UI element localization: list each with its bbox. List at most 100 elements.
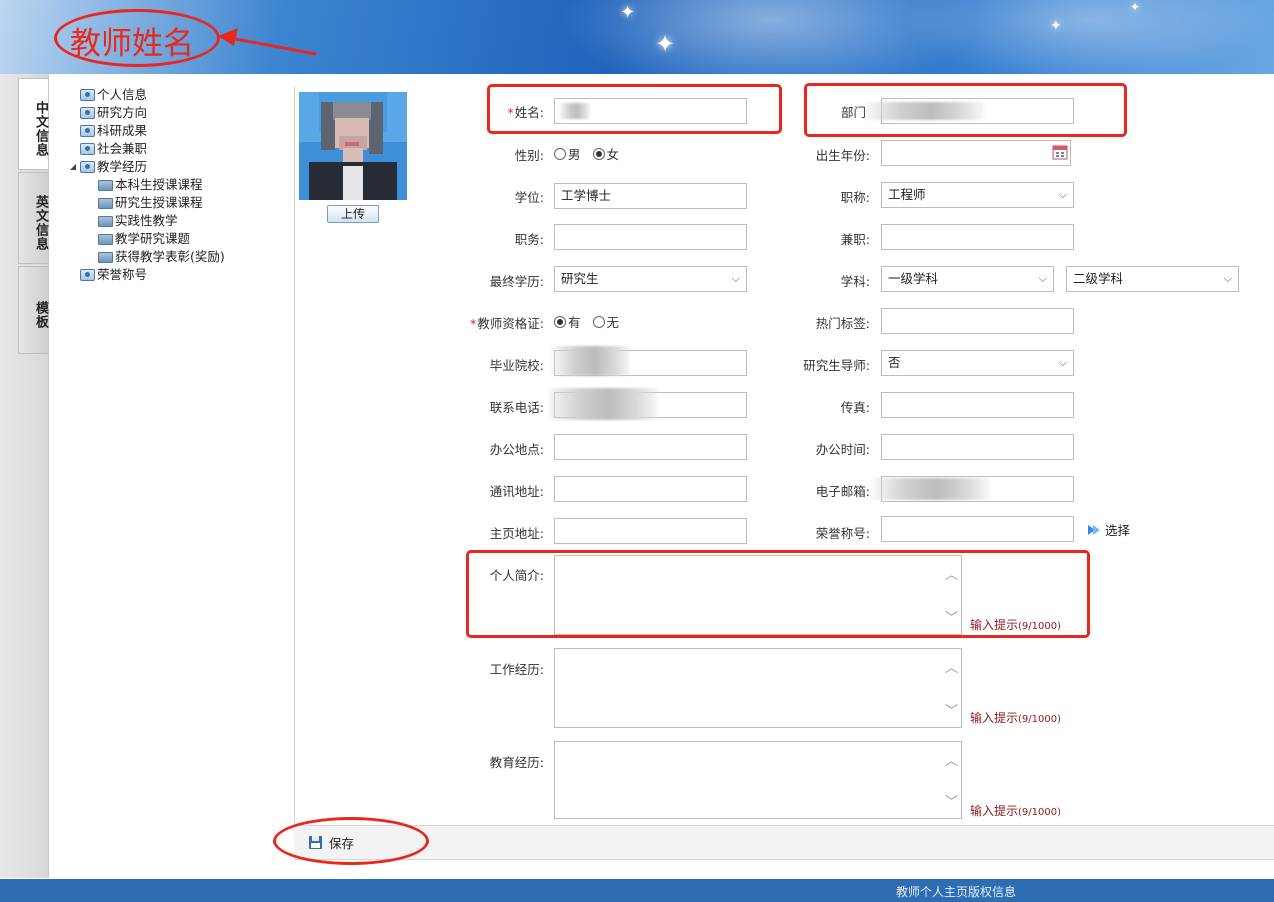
radio-male[interactable]	[554, 147, 566, 160]
cert-yes-option[interactable]: 有	[554, 312, 581, 331]
tree-item-label: 实践性教学	[115, 213, 178, 228]
select-honor-button[interactable]: 选择	[1087, 520, 1130, 539]
tree-item-personal-info[interactable]: 个人信息	[66, 86, 291, 104]
office-location-label: 办公地点:	[489, 442, 544, 457]
supervisor-select[interactable]: 否 ⌵	[881, 350, 1074, 376]
supervisor-label: 研究生导师:	[803, 358, 870, 373]
radio-female[interactable]	[592, 147, 605, 160]
header-banner: ✦ ✦ ✦ ✦ 教师姓名	[0, 0, 1274, 74]
subject-level2-value: 二级学科	[1073, 271, 1124, 286]
footer-copyright: 教师个人主页版权信息	[896, 885, 1017, 899]
tab-english-info[interactable]: 英文信息	[18, 172, 48, 264]
teacher-cert-label: *教师资格证:	[470, 316, 544, 331]
gender-radio-group: 男 女	[554, 144, 631, 163]
document-icon	[80, 107, 95, 119]
tree-item-practice[interactable]: 实践性教学	[66, 212, 291, 230]
work-history-textarea[interactable]: ︿ ﹀	[554, 648, 962, 728]
hot-tags-field[interactable]	[881, 308, 1074, 334]
tree-item-label: 个人信息	[97, 87, 148, 102]
tree-item-social-parttime[interactable]: 社会兼职	[66, 140, 291, 158]
fax-field[interactable]	[881, 392, 1074, 418]
email-label: 电子邮箱:	[815, 484, 870, 499]
nav-tree: 个人信息 研究方向 科研成果 社会兼职 ◢ 教学经历 本科生授课课程 研究生授课课…	[66, 86, 291, 284]
fax-label: 传真:	[840, 400, 870, 415]
gender-female-option[interactable]: 女	[592, 144, 619, 163]
scroll-down-icon[interactable]: ﹀	[945, 791, 958, 810]
vertical-tab-bar: 中文信息 英文信息 模板	[0, 74, 49, 878]
sparkle-icon: ✦	[1130, 0, 1141, 14]
supervisor-value: 否	[888, 355, 901, 370]
subject-level2-select[interactable]: 二级学科 ⌵	[1066, 266, 1239, 292]
education-level-value: 研究生	[561, 271, 599, 286]
chevron-down-icon: ⌵	[731, 272, 740, 285]
tree-item-label: 荣誉称号	[97, 267, 148, 282]
tree-item-teaching[interactable]: ◢ 教学经历	[66, 158, 291, 176]
radio-cert-no[interactable]	[592, 315, 605, 328]
tree-item-undergrad-courses[interactable]: 本科生授课课程	[66, 176, 291, 194]
degree-label: 学位:	[514, 190, 544, 205]
work-input-hint: 输入提示(9/1000)	[970, 711, 1061, 725]
annotation-box	[466, 550, 1090, 638]
degree-field[interactable]: 工学博士	[554, 183, 747, 209]
education-input-hint: 输入提示(9/1000)	[970, 804, 1061, 818]
education-level-select[interactable]: 研究生 ⌵	[554, 266, 747, 292]
select-honor-text: 选择	[1105, 523, 1131, 538]
homepage-field[interactable]	[554, 518, 747, 544]
folder-icon	[98, 233, 113, 245]
document-icon	[80, 161, 95, 173]
office-location-field[interactable]	[554, 434, 747, 460]
cert-no-text: 无	[606, 315, 620, 330]
phone-label: 联系电话:	[489, 400, 544, 415]
footer-bar: 教师个人主页版权信息	[0, 879, 1274, 902]
scroll-up-icon[interactable]: ︿	[945, 657, 958, 676]
sparkle-icon: ✦	[1050, 18, 1062, 34]
upload-photo-button[interactable]: 上传	[327, 205, 379, 223]
folder-icon	[98, 215, 113, 227]
radio-cert-yes[interactable]	[554, 315, 566, 328]
office-hours-field[interactable]	[881, 434, 1074, 460]
tree-item-label: 教学经历	[97, 159, 148, 174]
tab-template[interactable]: 模板	[18, 266, 48, 354]
annotation-ellipse	[273, 817, 429, 865]
annotation-ellipse	[54, 9, 220, 67]
parttime-field[interactable]	[881, 224, 1074, 250]
homepage-label: 主页地址:	[489, 526, 544, 541]
tree-item-achievements[interactable]: 科研成果	[66, 122, 291, 140]
subject-level1-select[interactable]: 一级学科 ⌵	[881, 266, 1054, 292]
honor-title-label: 荣誉称号:	[815, 526, 870, 541]
calendar-icon[interactable]	[1052, 144, 1068, 160]
office-hours-label: 办公时间:	[815, 442, 870, 457]
tree-item-teaching-awards[interactable]: 获得教学表彰(奖励)	[66, 248, 291, 266]
mailing-address-field[interactable]	[554, 476, 747, 502]
education-history-textarea[interactable]: ︿ ﹀	[554, 741, 962, 819]
redacted-email	[872, 478, 990, 500]
graduate-school-label: 毕业院校:	[489, 358, 544, 373]
tree-item-honors[interactable]: 荣誉称号	[66, 266, 291, 284]
honor-title-field[interactable]	[881, 516, 1074, 542]
scroll-down-icon[interactable]: ﹀	[945, 700, 958, 719]
chevron-down-icon: ⌵	[1223, 272, 1232, 285]
tree-item-teaching-research[interactable]: 教学研究课题	[66, 230, 291, 248]
document-icon	[80, 125, 95, 137]
title-select[interactable]: 工程师 ⌵	[881, 182, 1074, 208]
gender-male-option[interactable]: 男	[554, 144, 581, 163]
document-icon	[80, 269, 95, 281]
duty-field[interactable]	[554, 224, 747, 250]
bottom-toolbar	[294, 825, 1274, 860]
tab-chinese-info[interactable]: 中文信息	[18, 78, 48, 170]
annotation-box	[804, 83, 1127, 137]
document-icon	[80, 89, 95, 101]
title-label: 职称:	[840, 190, 870, 205]
title-select-value: 工程师	[888, 187, 926, 202]
scroll-up-icon[interactable]: ︿	[945, 750, 958, 769]
folder-icon	[98, 251, 113, 263]
sparkle-icon: ✦	[655, 30, 676, 58]
chevron-down-icon: ⌵	[1058, 356, 1067, 369]
birth-year-field[interactable]	[881, 140, 1071, 166]
banner-glow	[900, 0, 1274, 74]
expand-triangle-icon[interactable]: ◢	[66, 158, 80, 176]
work-history-label: 工作经历:	[489, 662, 544, 677]
tree-item-grad-courses[interactable]: 研究生授课课程	[66, 194, 291, 212]
tree-item-research[interactable]: 研究方向	[66, 104, 291, 122]
cert-no-option[interactable]: 无	[592, 312, 620, 331]
